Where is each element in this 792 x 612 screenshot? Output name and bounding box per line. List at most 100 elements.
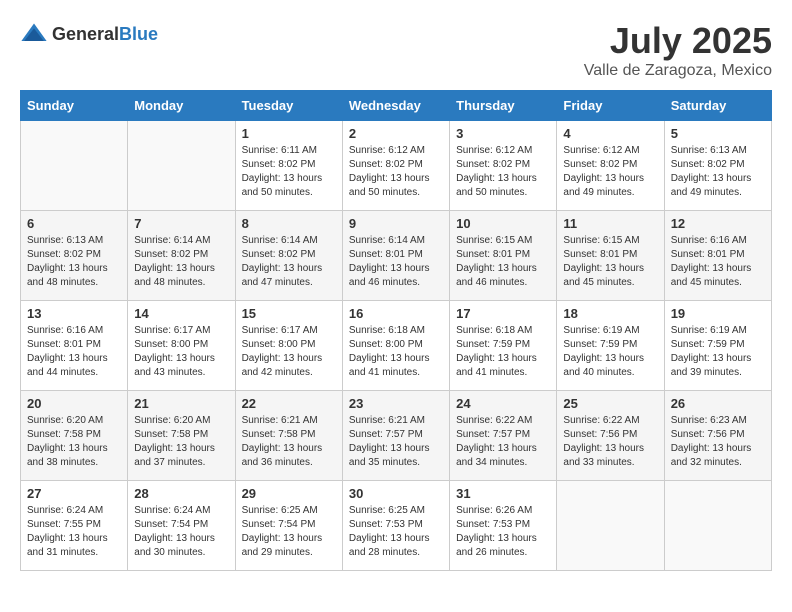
day-number: 5 [671,126,765,141]
calendar-cell: 15 Sunrise: 6:17 AM Sunset: 8:00 PM Dayli… [235,301,342,391]
calendar-cell: 21 Sunrise: 6:20 AM Sunset: 7:58 PM Dayli… [128,391,235,481]
calendar-cell: 2 Sunrise: 6:12 AM Sunset: 8:02 PM Daylig… [342,121,449,211]
day-info: Sunrise: 6:11 AM Sunset: 8:02 PM Dayligh… [242,144,336,200]
day-info: Sunrise: 6:20 AM Sunset: 7:58 PM Dayligh… [134,414,228,470]
day-info: Sunrise: 6:23 AM Sunset: 7:56 PM Dayligh… [671,414,765,470]
col-sunday: Sunday [21,91,128,121]
day-info: Sunrise: 6:21 AM Sunset: 7:58 PM Dayligh… [242,414,336,470]
day-info: Sunrise: 6:17 AM Sunset: 8:00 PM Dayligh… [134,324,228,380]
day-info: Sunrise: 6:16 AM Sunset: 8:01 PM Dayligh… [671,234,765,290]
month-title: July 2025 [584,20,772,62]
day-info: Sunrise: 6:14 AM Sunset: 8:02 PM Dayligh… [134,234,228,290]
calendar-cell [128,121,235,211]
day-info: Sunrise: 6:25 AM Sunset: 7:54 PM Dayligh… [242,504,336,560]
day-number: 2 [349,126,443,141]
location-title: Valle de Zaragoza, Mexico [584,62,772,80]
day-info: Sunrise: 6:12 AM Sunset: 8:02 PM Dayligh… [349,144,443,200]
calendar-cell: 24 Sunrise: 6:22 AM Sunset: 7:57 PM Dayli… [450,391,557,481]
calendar-cell: 23Sunrise: 6:21 AM Sunset: 7:57 PM Dayli… [342,391,449,481]
day-info: Sunrise: 6:16 AM Sunset: 8:01 PM Dayligh… [27,324,121,380]
calendar-cell: 17 Sunrise: 6:18 AM Sunset: 7:59 PM Dayli… [450,301,557,391]
day-info: Sunrise: 6:13 AM Sunset: 8:02 PM Dayligh… [27,234,121,290]
day-info: Sunrise: 6:26 AM Sunset: 7:53 PM Dayligh… [456,504,550,560]
day-info: Sunrise: 6:12 AM Sunset: 8:02 PM Dayligh… [563,144,657,200]
day-info: Sunrise: 6:20 AM Sunset: 7:58 PM Dayligh… [27,414,121,470]
day-number: 23 [349,396,443,411]
col-friday: Friday [557,91,664,121]
day-number: 3 [456,126,550,141]
title-area: July 2025 Valle de Zaragoza, Mexico [584,20,772,80]
calendar-cell: 6Sunrise: 6:13 AM Sunset: 8:02 PM Daylig… [21,211,128,301]
calendar-cell: 8 Sunrise: 6:14 AM Sunset: 8:02 PM Daylig… [235,211,342,301]
calendar-cell: 10 Sunrise: 6:15 AM Sunset: 8:01 PM Dayli… [450,211,557,301]
calendar-cell [664,481,771,571]
calendar-cell: 14 Sunrise: 6:17 AM Sunset: 8:00 PM Dayli… [128,301,235,391]
day-info: Sunrise: 6:22 AM Sunset: 7:56 PM Dayligh… [563,414,657,470]
calendar-cell: 9Sunrise: 6:14 AM Sunset: 8:01 PM Daylig… [342,211,449,301]
day-number: 24 [456,396,550,411]
day-info: Sunrise: 6:18 AM Sunset: 8:00 PM Dayligh… [349,324,443,380]
day-number: 27 [27,486,121,501]
day-number: 15 [242,306,336,321]
day-number: 30 [349,486,443,501]
day-info: Sunrise: 6:19 AM Sunset: 7:59 PM Dayligh… [563,324,657,380]
day-info: Sunrise: 6:14 AM Sunset: 8:02 PM Dayligh… [242,234,336,290]
day-number: 9 [349,216,443,231]
calendar-cell [557,481,664,571]
calendar-cell: 29 Sunrise: 6:25 AM Sunset: 7:54 PM Dayli… [235,481,342,571]
logo-blue: Blue [119,24,158,44]
day-info: Sunrise: 6:25 AM Sunset: 7:53 PM Dayligh… [349,504,443,560]
day-number: 29 [242,486,336,501]
day-number: 14 [134,306,228,321]
day-number: 10 [456,216,550,231]
day-number: 13 [27,306,121,321]
day-number: 1 [242,126,336,141]
day-number: 17 [456,306,550,321]
col-tuesday: Tuesday [235,91,342,121]
day-number: 18 [563,306,657,321]
day-info: Sunrise: 6:22 AM Sunset: 7:57 PM Dayligh… [456,414,550,470]
calendar-cell: 25 Sunrise: 6:22 AM Sunset: 7:56 PM Dayli… [557,391,664,481]
day-info: Sunrise: 6:17 AM Sunset: 8:00 PM Dayligh… [242,324,336,380]
calendar-cell: 19Sunrise: 6:19 AM Sunset: 7:59 PM Dayli… [664,301,771,391]
calendar-cell [21,121,128,211]
calendar-header-row: Sunday Monday Tuesday Wednesday Thursday… [21,91,772,121]
week-row-1: 1 Sunrise: 6:11 AM Sunset: 8:02 PM Daylig… [21,121,772,211]
day-info: Sunrise: 6:24 AM Sunset: 7:55 PM Dayligh… [27,504,121,560]
day-info: Sunrise: 6:24 AM Sunset: 7:54 PM Dayligh… [134,504,228,560]
day-number: 21 [134,396,228,411]
calendar-table: Sunday Monday Tuesday Wednesday Thursday… [20,90,772,571]
day-number: 22 [242,396,336,411]
col-monday: Monday [128,91,235,121]
calendar-cell: 7Sunrise: 6:14 AM Sunset: 8:02 PM Daylig… [128,211,235,301]
calendar-cell: 11 Sunrise: 6:15 AM Sunset: 8:01 PM Dayli… [557,211,664,301]
calendar-cell: 12Sunrise: 6:16 AM Sunset: 8:01 PM Dayli… [664,211,771,301]
calendar-cell: 5Sunrise: 6:13 AM Sunset: 8:02 PM Daylig… [664,121,771,211]
week-row-3: 13 Sunrise: 6:16 AM Sunset: 8:01 PM Dayli… [21,301,772,391]
col-wednesday: Wednesday [342,91,449,121]
day-info: Sunrise: 6:15 AM Sunset: 8:01 PM Dayligh… [456,234,550,290]
day-number: 20 [27,396,121,411]
day-number: 25 [563,396,657,411]
calendar-cell: 18 Sunrise: 6:19 AM Sunset: 7:59 PM Dayli… [557,301,664,391]
calendar-cell: 4 Sunrise: 6:12 AM Sunset: 8:02 PM Daylig… [557,121,664,211]
day-number: 26 [671,396,765,411]
day-info: Sunrise: 6:18 AM Sunset: 7:59 PM Dayligh… [456,324,550,380]
calendar-cell: 22 Sunrise: 6:21 AM Sunset: 7:58 PM Dayli… [235,391,342,481]
day-number: 8 [242,216,336,231]
calendar-cell: 3Sunrise: 6:12 AM Sunset: 8:02 PM Daylig… [450,121,557,211]
col-saturday: Saturday [664,91,771,121]
col-thursday: Thursday [450,91,557,121]
week-row-4: 20 Sunrise: 6:20 AM Sunset: 7:58 PM Dayli… [21,391,772,481]
calendar-cell: 28Sunrise: 6:24 AM Sunset: 7:54 PM Dayli… [128,481,235,571]
calendar-cell: 20 Sunrise: 6:20 AM Sunset: 7:58 PM Dayli… [21,391,128,481]
day-number: 11 [563,216,657,231]
day-number: 16 [349,306,443,321]
day-number: 31 [456,486,550,501]
day-number: 4 [563,126,657,141]
calendar-cell: 16 Sunrise: 6:18 AM Sunset: 8:00 PM Dayli… [342,301,449,391]
calendar-cell: 27 Sunrise: 6:24 AM Sunset: 7:55 PM Dayli… [21,481,128,571]
week-row-2: 6Sunrise: 6:13 AM Sunset: 8:02 PM Daylig… [21,211,772,301]
day-info: Sunrise: 6:15 AM Sunset: 8:01 PM Dayligh… [563,234,657,290]
logo-icon [20,20,48,48]
